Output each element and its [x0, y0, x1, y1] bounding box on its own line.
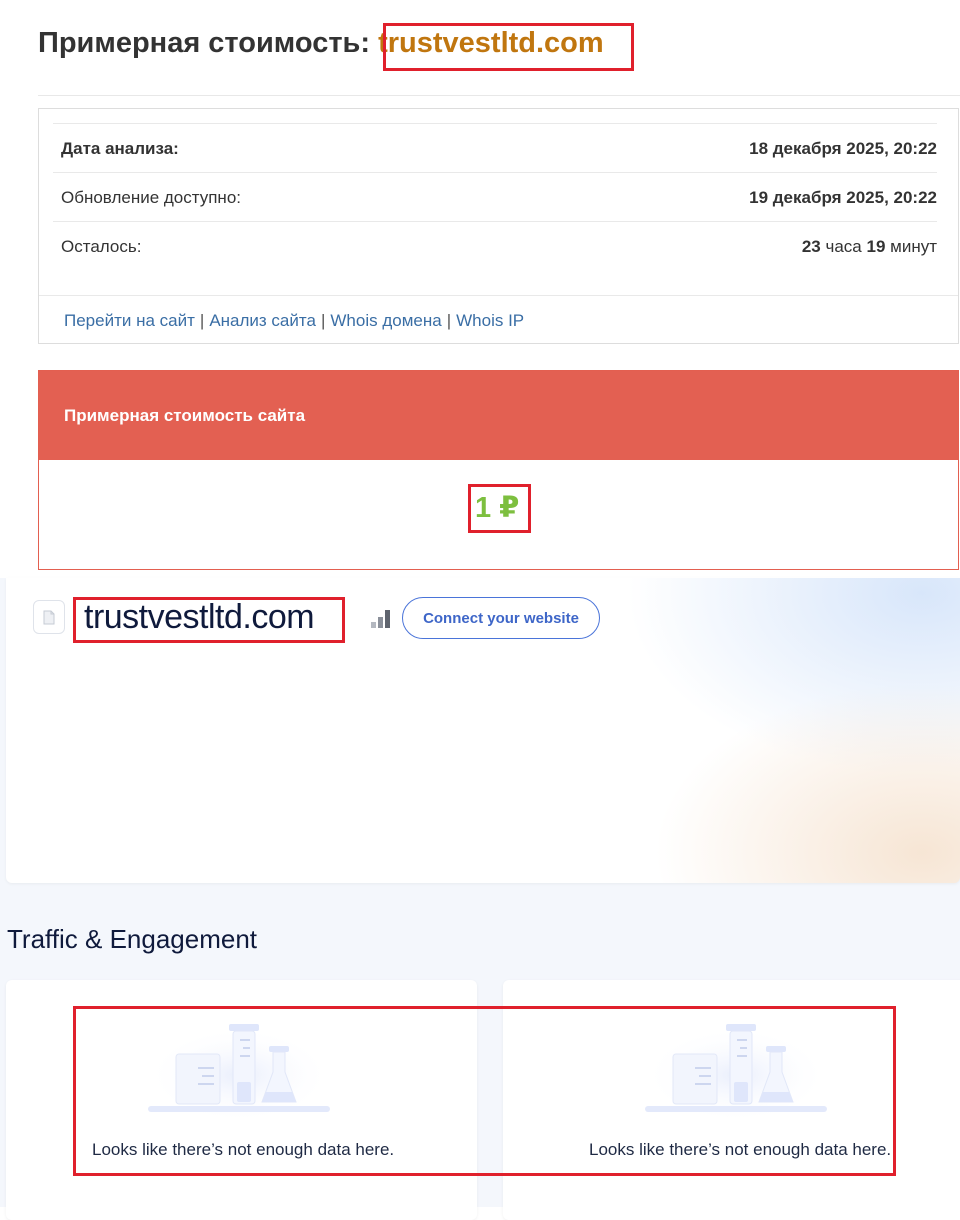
highlight-site-domain	[73, 597, 345, 643]
link-separator: |	[446, 310, 452, 330]
remaining-hours: 23	[801, 236, 821, 256]
title-prefix: Примерная стоимость:	[38, 27, 371, 59]
remaining-minutes-unit: минут	[890, 236, 937, 256]
divider	[38, 95, 960, 96]
info-row-analysis-date: Дата анализа: 18 декабря 2025, 20:22	[53, 123, 937, 173]
document-icon	[43, 610, 55, 624]
remaining-value: 23 часа 19 минут	[802, 237, 937, 257]
valuation-panel: Примерная стоимость сайта	[38, 370, 959, 570]
connect-website-button[interactable]: Connect your website	[402, 597, 600, 639]
link-separator: |	[320, 310, 326, 330]
link-whois-ip[interactable]: Whois IP	[456, 311, 524, 331]
remaining-minutes: 19	[866, 236, 886, 256]
remaining-hours-unit: часа	[825, 236, 862, 256]
info-links: Перейти на сайт | Анализ сайта | Whois д…	[39, 295, 958, 345]
info-row-update-available: Обновление доступно: 19 декабря 2025, 20…	[53, 172, 937, 222]
rank-bars-icon	[371, 610, 390, 628]
traffic-engagement-title: Traffic & Engagement	[7, 924, 258, 954]
link-site-analysis[interactable]: Анализ сайта	[209, 311, 316, 331]
highlight-valuation-amount	[468, 484, 531, 533]
remaining-label: Осталось:	[61, 236, 142, 256]
update-available-label: Обновление доступно:	[61, 187, 242, 207]
valuation-heading: Примерная стоимость сайта	[39, 371, 958, 460]
info-row-remaining: Осталось: 23 часа 19 минут	[53, 221, 937, 271]
link-go-to-site[interactable]: Перейти на сайт	[64, 311, 195, 331]
analysis-date-value: 18 декабря 2025, 20:22	[749, 138, 937, 158]
update-available-value: 19 декабря 2025, 20:22	[749, 187, 937, 207]
highlight-title-domain	[383, 23, 634, 71]
link-separator: |	[199, 310, 205, 330]
link-whois-domain[interactable]: Whois домена	[330, 311, 441, 331]
analysis-date-label: Дата анализа:	[61, 138, 179, 158]
favicon	[33, 600, 65, 634]
highlight-no-data	[73, 1006, 896, 1176]
analysis-info-card: Дата анализа: 18 декабря 2025, 20:22 Обн…	[38, 108, 959, 344]
